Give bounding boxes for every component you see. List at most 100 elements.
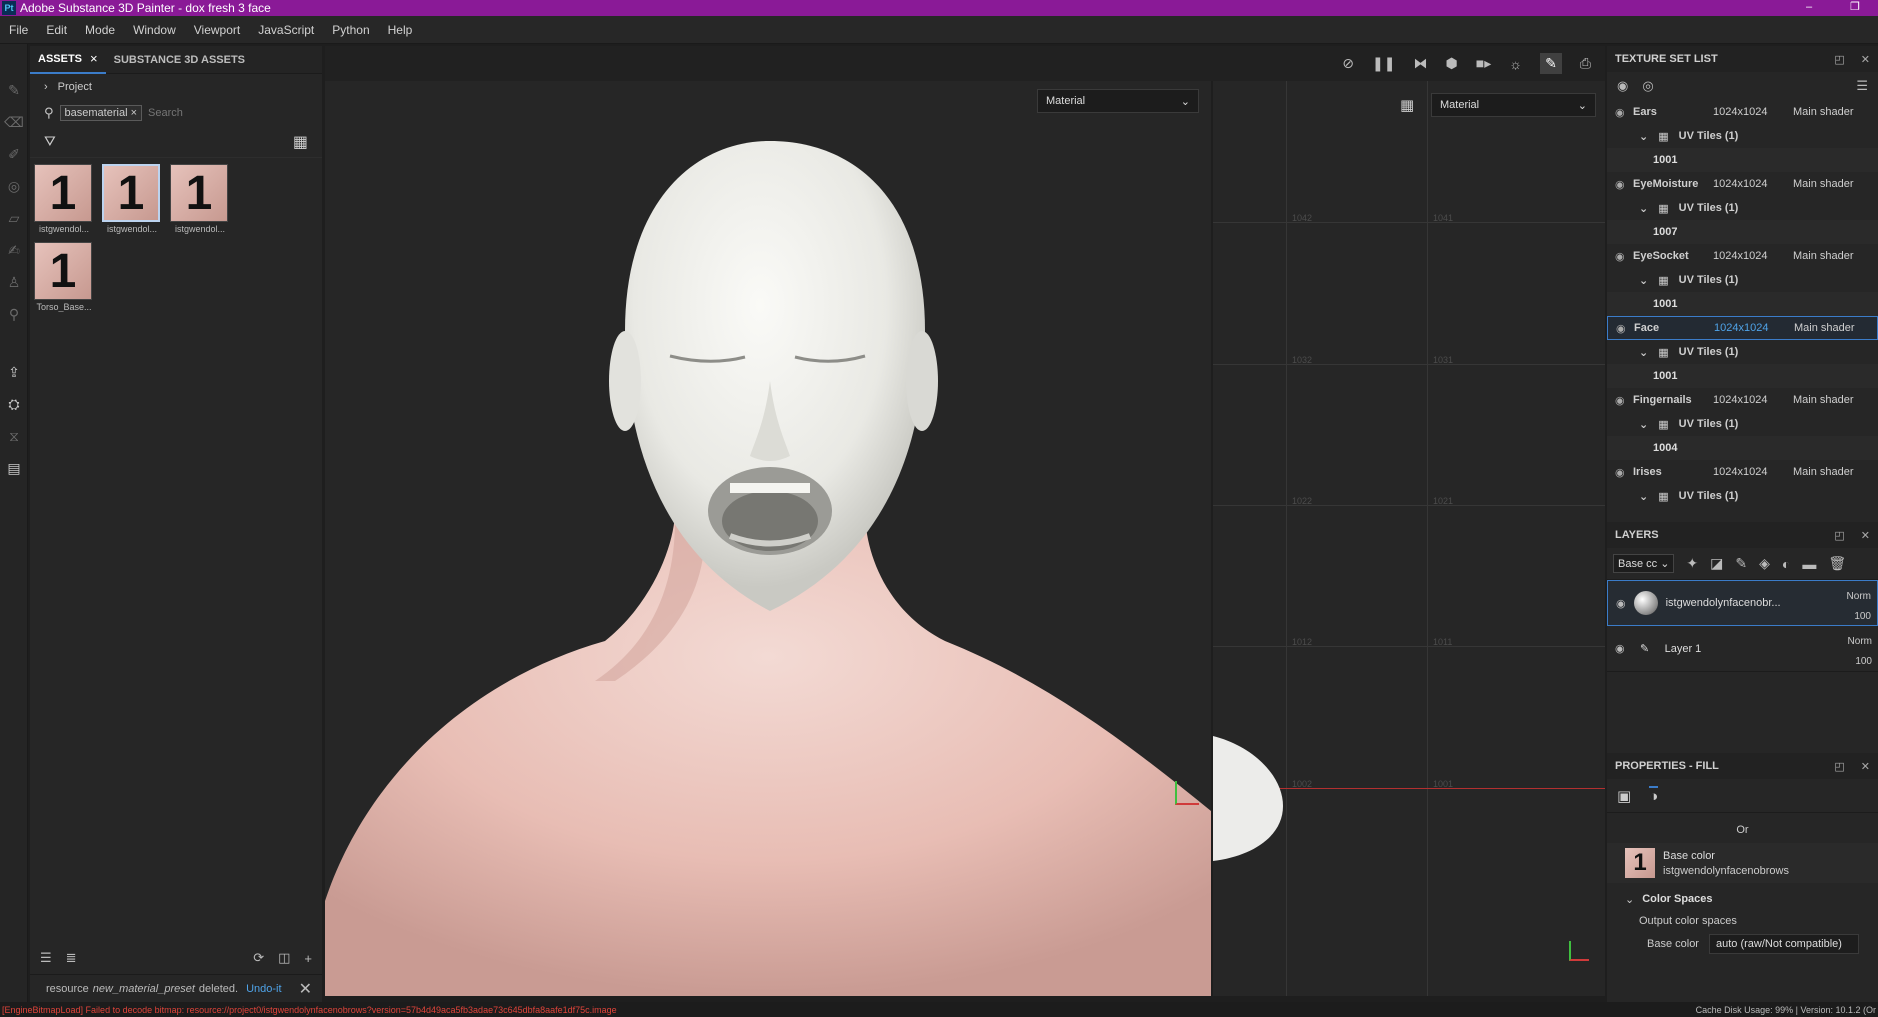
- color-spaces-section[interactable]: ⌄ Color Spaces: [1607, 887, 1878, 911]
- polygon-fill-icon[interactable]: ▱: [0, 202, 28, 234]
- menu-edit[interactable]: Edit: [37, 23, 76, 37]
- close-icon[interactable]: ✕: [1861, 53, 1870, 66]
- undock-icon[interactable]: ◰: [1834, 529, 1844, 542]
- eraser-icon[interactable]: ⌫: [0, 106, 28, 138]
- uv-tile-row[interactable]: 1001: [1607, 364, 1878, 388]
- lighting-icon[interactable]: ☼: [1509, 56, 1522, 72]
- undock-icon[interactable]: ◰: [1834, 53, 1844, 66]
- texture-set-face[interactable]: ◉ Face 1024x1024 Main shader: [1607, 316, 1878, 340]
- list-view-icon[interactable]: ☰: [40, 950, 52, 966]
- undock-icon[interactable]: ◰: [1834, 760, 1844, 773]
- texture-set-ears[interactable]: ◉ Ears 1024x1024 Main shader: [1607, 100, 1878, 124]
- uv-tiles-row[interactable]: ⌄ ▦ UV Tiles (1): [1607, 268, 1878, 292]
- viewport-3d[interactable]: [325, 81, 1211, 996]
- menu-viewport[interactable]: Viewport: [185, 23, 249, 37]
- chevron-down-icon[interactable]: ⌄: [1639, 202, 1648, 215]
- chevron-down-icon[interactable]: ⌄: [1639, 274, 1648, 287]
- viewport-2d-uv[interactable]: 1042 1041 1032 1031 1022 1021 1012 1011 …: [1213, 81, 1605, 996]
- chip-close-icon[interactable]: ×: [131, 107, 137, 119]
- color-space-select[interactable]: auto (raw/Not compatible): [1708, 934, 1859, 954]
- eye-icon[interactable]: ◉: [1615, 250, 1633, 263]
- grid-view-icon[interactable]: ▦: [293, 132, 308, 152]
- eye-icon[interactable]: ◉: [1615, 642, 1625, 655]
- uv-tile-row[interactable]: 1001: [1607, 148, 1878, 172]
- filter-icon[interactable]: ⛛: [44, 133, 56, 150]
- pause-icon[interactable]: ❚❚: [1372, 55, 1395, 72]
- undo-link[interactable]: Undo-it: [246, 983, 281, 995]
- minimize-button[interactable]: –: [1786, 0, 1832, 16]
- layer-opacity[interactable]: 100: [1847, 607, 1871, 627]
- restore-button[interactable]: ❐: [1832, 0, 1878, 16]
- add-smart-material-icon[interactable]: ◐: [1782, 556, 1790, 572]
- uv-tile-row[interactable]: 1007: [1607, 220, 1878, 244]
- set-shader[interactable]: Main shader: [1793, 178, 1873, 190]
- brush-mode-icon[interactable]: ✎: [1540, 53, 1562, 74]
- new-folder-icon[interactable]: ◫: [278, 950, 290, 966]
- refresh-icon[interactable]: ⟳: [253, 950, 264, 966]
- set-shader[interactable]: Main shader: [1793, 106, 1873, 118]
- close-icon[interactable]: ×: [90, 51, 98, 66]
- delete-icon[interactable]: 🗑: [1828, 555, 1846, 572]
- menu-javascript[interactable]: JavaScript: [249, 23, 323, 37]
- uv-tile-row[interactable]: 1001: [1607, 292, 1878, 316]
- close-icon[interactable]: ✕: [1861, 760, 1870, 773]
- uv-tiles-row[interactable]: ⌄ ▦ UV Tiles (1): [1607, 412, 1878, 436]
- shader-settings-icon[interactable]: ▤: [0, 452, 28, 484]
- tab-substance-assets[interactable]: SUBSTANCE 3D ASSETS: [106, 46, 253, 74]
- base-color-slot[interactable]: 1 Base color istgwendolynfacenobrows: [1607, 843, 1878, 883]
- menu-mode[interactable]: Mode: [76, 23, 124, 37]
- eye-icon[interactable]: ◉: [1616, 322, 1634, 335]
- search-input[interactable]: [148, 107, 269, 119]
- add-fill-layer-icon[interactable]: ◈: [1759, 555, 1770, 572]
- visibility-icon[interactable]: ◎: [1642, 78, 1653, 94]
- add-paint-layer-icon[interactable]: ✎: [1735, 555, 1747, 572]
- dismiss-icon[interactable]: ✕: [299, 979, 312, 999]
- symmetry-icon[interactable]: ⧓: [1414, 55, 1428, 72]
- cube-icon[interactable]: ⬢: [1446, 55, 1458, 72]
- viewport-2d-channel-select[interactable]: Material ⌄: [1431, 93, 1596, 117]
- material-mode-icon[interactable]: ◑: [1649, 786, 1659, 805]
- tab-assets[interactable]: ASSETS ×: [30, 46, 106, 74]
- eye-icon[interactable]: ◉: [1615, 106, 1633, 119]
- eye-icon[interactable]: ◉: [1615, 394, 1633, 407]
- screenshot-icon[interactable]: ⎙: [1580, 55, 1591, 72]
- channel-select[interactable]: Base cc ⌄: [1613, 554, 1675, 573]
- uv-tiles-row[interactable]: ⌄ ▦ UV Tiles (1): [1607, 340, 1878, 364]
- layer-row[interactable]: ◉ ✎ Layer 1 Norm 100: [1607, 626, 1878, 672]
- detail-view-icon[interactable]: ≣: [66, 950, 77, 966]
- clone-stamp-icon[interactable]: ♙: [0, 266, 28, 298]
- camera-icon[interactable]: ■▸: [1476, 55, 1491, 72]
- geometry-mask-icon[interactable]: ◎: [0, 170, 28, 202]
- mask-icon[interactable]: ◪: [1710, 555, 1723, 572]
- texture-set-eyesocket[interactable]: ◉ EyeSocket 1024x1024 Main shader: [1607, 244, 1878, 268]
- asset-thumbnail-selected[interactable]: 1 istgwendol...: [102, 164, 162, 234]
- blend-mode[interactable]: Norm: [1848, 632, 1872, 652]
- asset-thumbnail[interactable]: 1 Torso_Base...: [34, 242, 94, 312]
- chevron-down-icon[interactable]: ⌄: [1639, 490, 1648, 503]
- menu-help[interactable]: Help: [379, 23, 422, 37]
- display-grid-icon[interactable]: ▦: [1400, 96, 1414, 114]
- asset-thumbnail[interactable]: 1 istgwendol...: [34, 164, 94, 234]
- panel-menu-icon[interactable]: ☰: [1856, 78, 1868, 94]
- color-picker-icon[interactable]: ⚲: [0, 298, 28, 330]
- menu-python[interactable]: Python: [323, 23, 378, 37]
- set-shader[interactable]: Main shader: [1793, 466, 1873, 478]
- smudge-icon[interactable]: ✍: [0, 234, 28, 266]
- layer-opacity[interactable]: 100: [1848, 652, 1872, 672]
- viewport-3d-channel-select[interactable]: Material ⌄: [1037, 89, 1199, 113]
- search-filter-chip[interactable]: basematerial ×: [59, 105, 143, 121]
- set-shader[interactable]: Main shader: [1793, 250, 1873, 262]
- bake-icon[interactable]: ⛭: [0, 388, 28, 420]
- eye-icon[interactable]: ◉: [1615, 178, 1633, 191]
- menu-window[interactable]: Window: [124, 23, 185, 37]
- chevron-down-icon[interactable]: ⌄: [1639, 130, 1648, 143]
- eye-icon[interactable]: ◉: [1615, 466, 1633, 479]
- chevron-down-icon[interactable]: ⌄: [1639, 346, 1648, 359]
- layer-row[interactable]: ◉ istgwendolynfacenobr... Norm 100: [1607, 580, 1878, 626]
- menu-file[interactable]: File: [0, 23, 37, 37]
- uv-tiles-row[interactable]: ⌄ ▦ UV Tiles (1): [1607, 196, 1878, 220]
- set-shader[interactable]: Main shader: [1794, 322, 1874, 334]
- uv-tile-row[interactable]: 1004: [1607, 436, 1878, 460]
- add-folder-icon[interactable]: ▬: [1802, 556, 1816, 572]
- hide-all-icon[interactable]: ◉: [1617, 78, 1628, 94]
